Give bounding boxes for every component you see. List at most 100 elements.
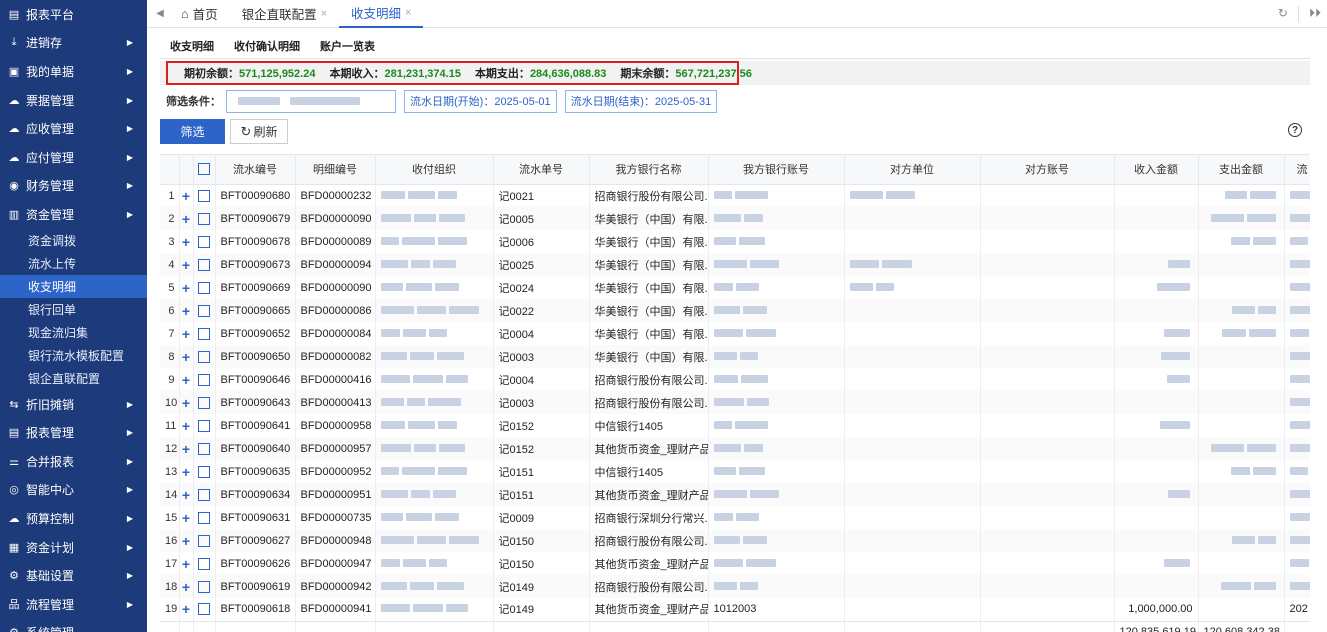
scroll-left-icon[interactable]: ◀ [151, 8, 169, 19]
expand-row-icon[interactable]: + [179, 253, 194, 276]
filter-button[interactable]: 筛选 [160, 119, 225, 144]
sidebar-subitem[interactable]: 银行流水模板配置 [0, 344, 147, 367]
col-income[interactable]: 收入金额 [1114, 155, 1199, 185]
row-checkbox[interactable] [193, 460, 216, 483]
sidebar-item[interactable]: ☁ 应收管理 ▶ [0, 114, 147, 143]
sidebar-item[interactable]: ⚙ 基础设置 ▶ [0, 561, 147, 590]
col-counterparty-account[interactable]: 对方账号 [980, 155, 1115, 185]
col-flow-no[interactable]: 流水编号 [215, 155, 296, 185]
expand-row-icon[interactable]: + [179, 184, 194, 207]
expand-row-icon[interactable]: + [179, 276, 194, 299]
expand-row-icon[interactable]: + [179, 529, 194, 552]
row-checkbox[interactable] [193, 552, 216, 575]
col-bank-name[interactable]: 我方银行名称 [589, 155, 709, 185]
expand-row-icon[interactable]: + [179, 230, 194, 253]
row-checkbox[interactable] [193, 345, 216, 368]
expand-row-icon[interactable]: + [179, 506, 194, 529]
table-row[interactable]: 7 + BFT00090652 BFD00000084 记0004 华美银行（中国）有限.… [160, 322, 1310, 345]
table-row[interactable]: 6 + BFT00090665 BFD00000086 记0022 华美银行（中国）有限.… [160, 299, 1310, 322]
table-row[interactable]: 9 + BFT00090646 BFD00000416 记0004 招商银行股份有限公司.… [160, 368, 1310, 391]
expand-row-icon[interactable]: + [179, 322, 194, 345]
row-checkbox[interactable] [193, 230, 216, 253]
sidebar-subitem[interactable]: 收支明细 [0, 274, 147, 298]
expand-row-icon[interactable]: + [179, 460, 194, 483]
table-row[interactable]: 19 + BFT00090618 BFD00000941 记0149 其他货币资金_理财产… [160, 598, 1310, 621]
sidebar-item[interactable]: ▤ 报表平台 [0, 0, 147, 29]
close-icon[interactable]: × [321, 8, 327, 20]
refresh-button[interactable]: ↻ 刷新 [230, 119, 288, 144]
sidebar-item[interactable]: ☁ 票据管理 ▶ [0, 86, 147, 115]
sidebar-item[interactable]: ⚌ 合并报表 ▶ [0, 447, 147, 476]
row-checkbox[interactable] [193, 483, 216, 506]
table-row[interactable]: 14 + BFT00090634 BFD00000951 记0151 其他货币资金_理财产… [160, 483, 1310, 506]
expand-row-icon[interactable]: + [179, 391, 194, 414]
close-icon[interactable]: × [405, 7, 411, 19]
row-checkbox[interactable] [193, 437, 216, 460]
table-row[interactable]: 1 + BFT00090680 BFD00000232 记0021 招商银行股份有限公司.… [160, 184, 1310, 207]
row-checkbox[interactable] [193, 322, 216, 345]
col-expense[interactable]: 支出金额 [1198, 155, 1285, 185]
table-row[interactable]: 2 + BFT00090679 BFD00000090 记0005 华美银行（中国）有限.… [160, 207, 1310, 230]
table-row[interactable]: 8 + BFT00090650 BFD00000082 记0003 华美银行（中国）有限.… [160, 345, 1310, 368]
sidebar-item[interactable]: ⚙ 系统管理 [0, 619, 147, 632]
col-voucher-no[interactable]: 流水单号 [493, 155, 590, 185]
date-end-field[interactable]: 流水日期(结束)：2025-05-31 [564, 89, 718, 113]
sidebar-item[interactable]: ☁ 应付管理 ▶ [0, 143, 147, 172]
table-row[interactable]: 16 + BFT00090627 BFD00000948 记0150 招商银行股份有限公司… [160, 529, 1310, 552]
date-start-field[interactable]: 流水日期(开始)：2025-05-01 [404, 89, 557, 113]
row-checkbox[interactable] [193, 368, 216, 391]
table-row[interactable]: 4 + BFT00090673 BFD00000094 记0025 华美银行（中国）有限.… [160, 253, 1310, 276]
sidebar-item[interactable]: 品流程管理 ▶ [0, 590, 147, 619]
row-checkbox[interactable] [193, 184, 216, 207]
row-checkbox[interactable] [193, 253, 216, 276]
top-tab[interactable]: 银企直联配置 × [230, 0, 339, 28]
sidebar-subitem[interactable]: 银企直联配置 [0, 367, 147, 390]
sidebar-item[interactable]: ▦ 资金计划 ▶ [0, 533, 147, 562]
row-checkbox[interactable] [193, 207, 216, 230]
expand-row-icon[interactable]: + [179, 598, 194, 621]
table-row[interactable]: 15 + BFT00090631 BFD00000735 记0009 招商银行深圳分行常兴… [160, 506, 1310, 529]
row-checkbox[interactable] [193, 414, 216, 437]
sidebar-item[interactable]: ◎ 智能中心 ▶ [0, 476, 147, 505]
sidebar-item[interactable]: ▤ 报表管理 ▶ [0, 418, 147, 447]
sidebar-subitem[interactable]: 现金流归集 [0, 321, 147, 344]
sidebar-item[interactable]: ▣ 我的单据 ▶ [0, 57, 147, 86]
expand-row-icon[interactable]: + [179, 414, 194, 437]
table-row[interactable]: 12 + BFT00090640 BFD00000957 记0152 其他货币资金_理财产… [160, 437, 1310, 460]
row-checkbox[interactable] [193, 575, 216, 598]
sidebar-item[interactable]: ▥ 资金管理 ▶ [0, 200, 147, 229]
subtab-account-overview[interactable]: 账户一览表 [310, 38, 385, 58]
expand-row-icon[interactable]: + [179, 437, 194, 460]
table-row[interactable]: 11 + BFT00090641 BFD00000958 记0152 中信银行1405 [160, 414, 1310, 437]
col-counterparty[interactable]: 对方单位 [844, 155, 981, 185]
sidebar-item[interactable]: ◉ 财务管理 ▶ [0, 172, 147, 201]
org-filter-field[interactable] [226, 89, 396, 113]
sidebar-item[interactable]: ☁ 预算控制 ▶ [0, 504, 147, 533]
row-checkbox[interactable] [193, 506, 216, 529]
sidebar-subitem[interactable]: 银行回单 [0, 298, 147, 321]
subtab-details[interactable]: 收支明细 [160, 38, 224, 58]
table-row[interactable]: 10 + BFT00090643 BFD00000413 记0003 招商银行股份有限公司… [160, 391, 1310, 414]
scroll-right-icon[interactable]: ⏵⏵ [1309, 6, 1321, 22]
row-checkbox[interactable] [193, 299, 216, 322]
col-bank-account[interactable]: 我方银行账号 [708, 155, 845, 185]
subtab-confirm-details[interactable]: 收付确认明细 [224, 38, 310, 58]
col-detail-no[interactable]: 明细编号 [295, 155, 376, 185]
top-tab[interactable]: 收支明细 × [339, 0, 424, 28]
expand-row-icon[interactable]: + [179, 368, 194, 391]
row-checkbox[interactable] [193, 276, 216, 299]
expand-row-icon[interactable]: + [179, 483, 194, 506]
expand-row-icon[interactable]: + [179, 575, 194, 598]
row-checkbox[interactable] [193, 598, 216, 621]
row-checkbox[interactable] [193, 391, 216, 414]
row-checkbox[interactable] [193, 529, 216, 552]
select-all-checkbox[interactable] [193, 155, 216, 185]
expand-row-icon[interactable]: + [179, 552, 194, 575]
table-row[interactable]: 17 + BFT00090626 BFD00000947 记0150 其他货币资金_理财产… [160, 552, 1310, 575]
table-row[interactable]: 5 + BFT00090669 BFD00000090 记0024 华美银行（中国）有限.… [160, 276, 1310, 299]
table-row[interactable]: 3 + BFT00090678 BFD00000089 记0006 华美银行（中国）有限.… [160, 230, 1310, 253]
table-row[interactable]: 18 + BFT00090619 BFD00000942 记0149 招商银行股份有限公司… [160, 575, 1310, 598]
sidebar-subitem[interactable]: 流水上传 [0, 252, 147, 275]
sidebar-item[interactable]: ⤓ 进销存 ▶ [0, 29, 147, 58]
top-tab[interactable]: ⌂ 首页 [169, 0, 230, 28]
